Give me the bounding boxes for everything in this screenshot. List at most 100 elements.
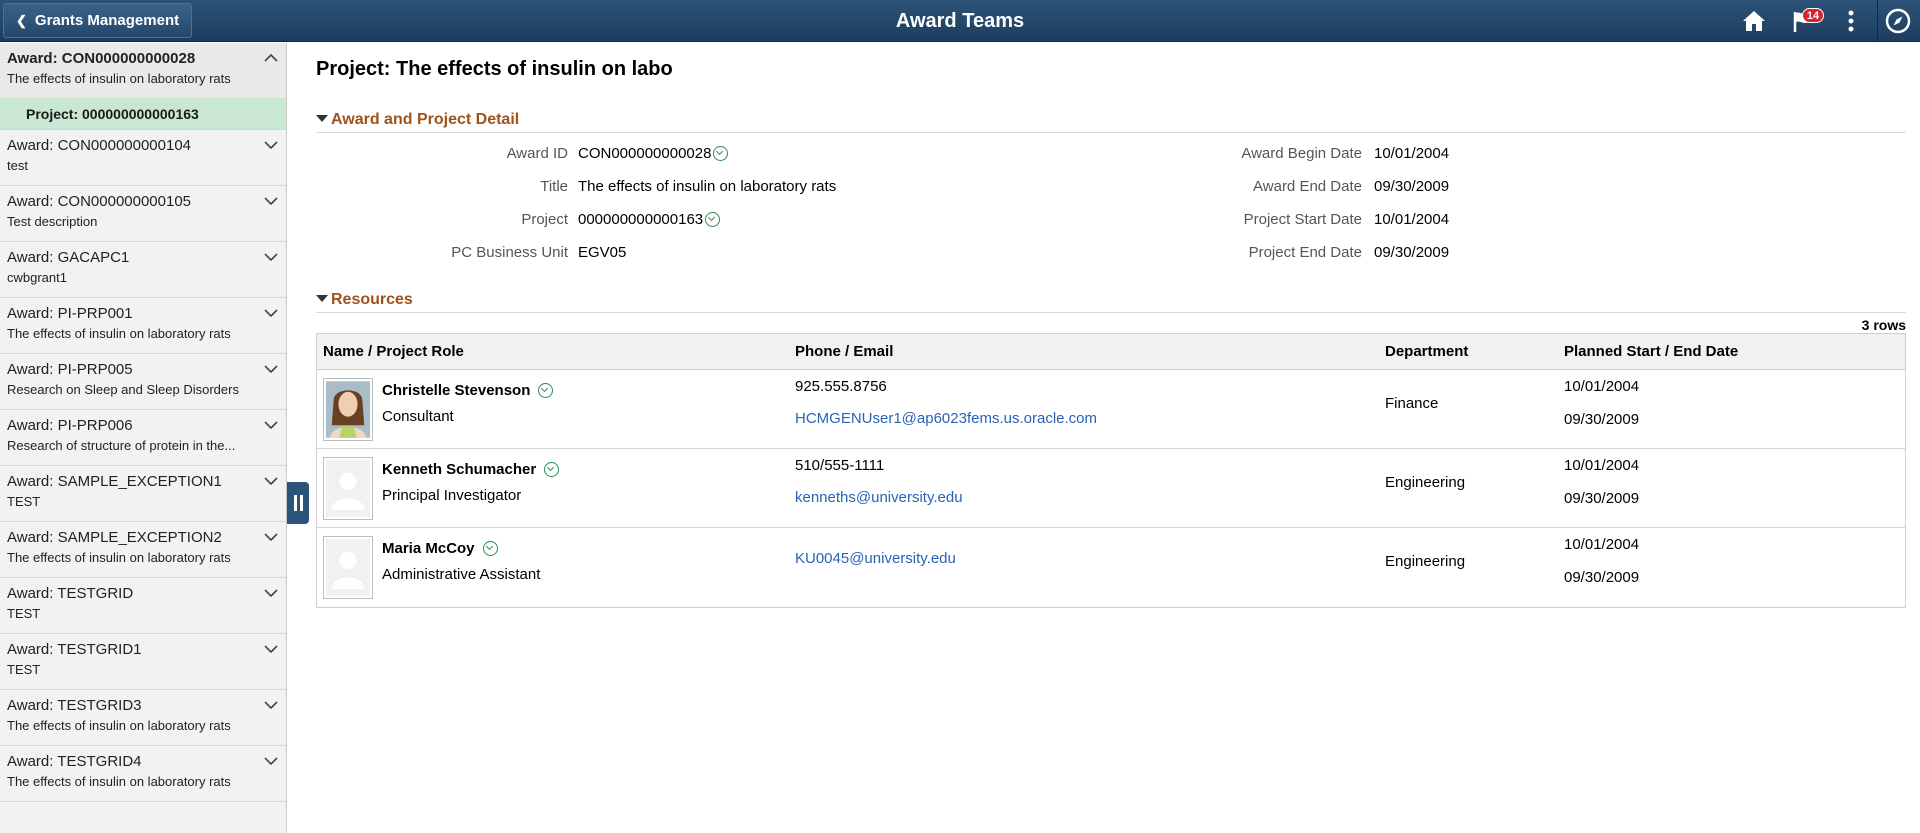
award-title: Award: TESTGRID4 — [7, 753, 142, 770]
award-title: Award: CON000000000104 — [7, 137, 192, 154]
award-item[interactable]: Award: SAMPLE_EXCEPTION1 TEST — [0, 466, 286, 522]
avatar — [323, 536, 373, 599]
actions-menu-button[interactable] — [1835, 6, 1867, 36]
related-actions-icon[interactable] — [544, 462, 560, 477]
related-actions-icon[interactable] — [705, 212, 721, 227]
chevron-left-icon: ❮ — [16, 12, 27, 28]
person-name: Kenneth Schumacher — [382, 461, 537, 478]
related-actions-icon[interactable] — [538, 383, 554, 398]
award-title: Award: PI-PRP006 — [7, 417, 133, 434]
department: Finance — [1385, 395, 1439, 412]
planned-start-date: 10/01/2004 — [1564, 457, 1640, 474]
award-item[interactable]: Award: SAMPLE_EXCEPTION2 The effects of i… — [0, 522, 286, 578]
panel-collapse-handle[interactable] — [287, 482, 309, 524]
notifications-button[interactable]: 14 — [1787, 6, 1824, 36]
award-desc: Test description — [7, 214, 98, 229]
notification-badge: 14 — [1802, 8, 1824, 23]
col-name-role: Name / Project Role — [323, 343, 464, 360]
award-title: Award: PI-PRP005 — [7, 361, 133, 378]
detail-label: Project End Date — [1248, 244, 1362, 261]
related-actions-icon[interactable] — [482, 541, 498, 556]
award-desc: The effects of insulin on laboratory rat… — [7, 718, 231, 733]
project-title: Project: The effects of insulin on labo — [316, 58, 673, 80]
project-role: Consultant — [382, 408, 454, 425]
award-title: Award: TESTGRID — [7, 585, 134, 602]
back-button[interactable]: ❮ Grants Management — [3, 3, 193, 38]
resources-section-header[interactable]: Resources — [316, 291, 1906, 313]
award-title: Award: GACAPC1 — [7, 249, 130, 266]
award-item[interactable]: Award: TESTGRID TEST — [0, 578, 286, 634]
section-title: Resources — [331, 291, 413, 308]
related-actions-icon[interactable] — [713, 146, 729, 161]
chevron-down-icon — [264, 365, 278, 374]
chevron-down-icon — [264, 309, 278, 318]
detail-row: PC Business Unit EGV05 — [316, 244, 1116, 264]
col-department: Department — [1385, 343, 1469, 360]
award-item[interactable]: Award: TESTGRID1 TEST — [0, 634, 286, 690]
person-name: Christelle Stevenson — [382, 382, 531, 399]
award-item[interactable]: Award: PI-PRP001 The effects of insulin o… — [0, 298, 286, 354]
award-desc: The effects of insulin on laboratory rat… — [7, 71, 231, 86]
award-item[interactable]: Award: CON000000000104 test — [0, 130, 286, 186]
detail-label: Award Begin Date — [1241, 145, 1362, 162]
planned-end-date: 09/30/2009 — [1564, 569, 1640, 586]
award-desc: The effects of insulin on laboratory rat… — [7, 326, 231, 341]
award-item[interactable]: Award: PI-PRP006 Research of structure of… — [0, 410, 286, 466]
collapse-triangle-icon — [316, 115, 328, 123]
table-row: Maria McCoy Administrative Assistant KU004… — [317, 528, 1905, 607]
award-title: Award: TESTGRID3 — [7, 697, 142, 714]
detail-row: Award ID CON000000000028 — [316, 145, 1116, 165]
award-item[interactable]: Award: CON000000000105 Test description — [0, 186, 286, 242]
detail-label: Award ID — [506, 145, 568, 162]
award-desc: TEST — [7, 662, 41, 677]
award-title: Award: PI-PRP001 — [7, 305, 133, 322]
planned-start-date: 10/01/2004 — [1564, 378, 1640, 395]
table-row: Kenneth Schumacher Principal Investigator… — [317, 449, 1905, 528]
award-title: Award: SAMPLE_EXCEPTION1 — [7, 473, 222, 490]
chevron-down-icon — [264, 645, 278, 654]
person-placeholder-icon — [326, 460, 370, 517]
grid-header: Name / Project Role Phone / Email Depart… — [317, 334, 1905, 370]
award-project-detail-section-header[interactable]: Award and Project Detail — [316, 111, 1906, 133]
chevron-down-icon — [264, 477, 278, 486]
email-link[interactable]: kenneths@university.edu — [795, 489, 963, 506]
row-count: 3 rows — [1861, 317, 1906, 333]
project-role: Administrative Assistant — [382, 566, 541, 583]
person-photo — [326, 381, 370, 438]
chevron-up-icon — [264, 53, 278, 62]
detail-value: 09/30/2009 — [1374, 178, 1450, 195]
award-desc: TEST — [7, 606, 41, 621]
detail-row: Project End Date 09/30/2009 — [1116, 244, 1716, 264]
back-button-label: Grants Management — [34, 12, 180, 29]
award-item[interactable]: Award: TESTGRID4 The effects of insulin o… — [0, 746, 286, 802]
detail-label: PC Business Unit — [451, 244, 568, 261]
award-item[interactable]: Award: TESTGRID3 The effects of insulin o… — [0, 690, 286, 746]
phone: 510/555-1111 — [795, 457, 885, 474]
award-desc: cwbgrant1 — [7, 270, 67, 285]
section-title: Award and Project Detail — [331, 111, 520, 128]
award-desc: Research on Sleep and Sleep Disorders — [7, 382, 239, 397]
person-name-wrap: Maria McCoy — [382, 540, 498, 557]
kebab-menu-icon — [1848, 10, 1854, 32]
home-button[interactable] — [1738, 6, 1770, 36]
project-item-selected[interactable]: Project: 000000000000163 — [0, 98, 286, 130]
header-divider — [1877, 0, 1878, 42]
detail-value: 09/30/2009 — [1374, 244, 1450, 261]
award-item[interactable]: Award: PI-PRP005 Research on Sleep and Sl… — [0, 354, 286, 410]
award-list: Award: CON000000000104 test Award: CON0000… — [0, 130, 286, 802]
navbar-button[interactable] — [1882, 6, 1914, 36]
person-placeholder-icon — [326, 539, 370, 596]
award-desc: test — [7, 158, 28, 173]
award-item[interactable]: Award: GACAPC1 cwbgrant1 — [0, 242, 286, 298]
pause-bar-icon — [299, 495, 303, 511]
grid-body: Christelle Stevenson Consultant 925.555.87… — [317, 370, 1905, 607]
detail-value: CON000000000028 — [578, 145, 712, 162]
award-desc: The effects of insulin on laboratory rat… — [7, 550, 231, 565]
col-planned-dates: Planned Start / End Date — [1564, 343, 1739, 360]
detail-label: Award End Date — [1253, 178, 1362, 195]
chevron-down-icon — [264, 197, 278, 206]
resources-grid: Name / Project Role Phone / Email Depart… — [316, 333, 1906, 608]
award-item-selected[interactable]: Award: CON000000000028 The effects of in… — [0, 43, 286, 98]
email-link[interactable]: HCMGENUser1@ap6023fems.us.oracle.com — [795, 410, 1097, 427]
email-link[interactable]: KU0045@university.edu — [795, 550, 956, 567]
